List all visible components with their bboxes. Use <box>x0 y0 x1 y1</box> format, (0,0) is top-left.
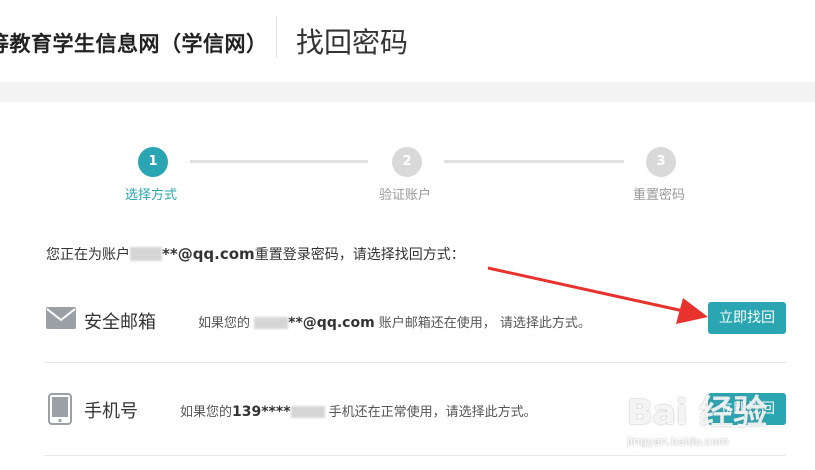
masked-email <box>254 317 289 329</box>
row-divider <box>44 362 786 363</box>
option-phone-value: 139**** <box>232 404 291 420</box>
phone-icon <box>48 393 72 429</box>
bottom-divider <box>44 455 786 456</box>
intro-text: 您正在为账户 **@qq.com重置登录密码，请选择找回方式： <box>46 244 465 264</box>
option-email-desc-suffix: 账户邮箱还在使用， 请选择此方式。 <box>374 316 591 331</box>
option-phone-name: 手机号 <box>84 401 138 422</box>
option-email: 安全邮箱 如果您的 **@qq.com 账户邮箱还在使用， 请选择此方式。 立即… <box>44 289 786 349</box>
step-1-label: 选择方式 <box>125 188 178 203</box>
mail-icon <box>46 307 76 333</box>
masked-account <box>130 247 162 261</box>
option-email-value: **@qq.com <box>288 315 375 331</box>
email-recover-button[interactable]: 立即找回 <box>708 302 786 334</box>
step-1-circle: 1 <box>138 147 168 177</box>
header-divider <box>276 16 277 58</box>
step-connector-1 <box>190 160 368 163</box>
step-3-circle: 3 <box>646 147 676 177</box>
site-name[interactable]: 等教育学生信息网（学信网） <box>0 28 268 58</box>
intro-prefix: 您正在为账户 <box>46 247 130 263</box>
progress-steps: 1 选择方式 2 验证账户 3 重置密码 <box>0 145 815 205</box>
option-email-name: 安全邮箱 <box>84 312 156 333</box>
intro-suffix: 重置登录密码，请选择找回方式： <box>254 247 465 263</box>
step-3-label: 重置密码 <box>633 188 686 203</box>
step-connector-2 <box>444 160 624 163</box>
option-phone-desc: 如果您的139**** 手机还在正常使用，请选择此方式。 <box>180 401 537 420</box>
option-email-desc-prefix: 如果您的 <box>198 316 251 331</box>
page-title: 找回密码 <box>296 26 409 59</box>
option-email-desc: 如果您的 **@qq.com 账户邮箱还在使用， 请选择此方式。 <box>198 312 591 331</box>
header: 等教育学生信息网（学信网） 找回密码 <box>0 0 815 82</box>
header-band <box>0 82 815 102</box>
option-phone-desc-suffix: 手机还在正常使用，请选择此方式。 <box>324 405 537 420</box>
option-phone: 手机号 如果您的139**** 手机还在正常使用，请选择此方式。 立即找回 <box>44 378 786 438</box>
intro-email: **@qq.com <box>162 245 255 263</box>
masked-phone <box>290 406 325 418</box>
option-phone-desc-prefix: 如果您的 <box>180 405 233 420</box>
phone-recover-button[interactable]: 立即找回 <box>708 393 786 425</box>
step-2-label: 验证账户 <box>379 188 432 203</box>
step-2-circle: 2 <box>392 147 422 177</box>
